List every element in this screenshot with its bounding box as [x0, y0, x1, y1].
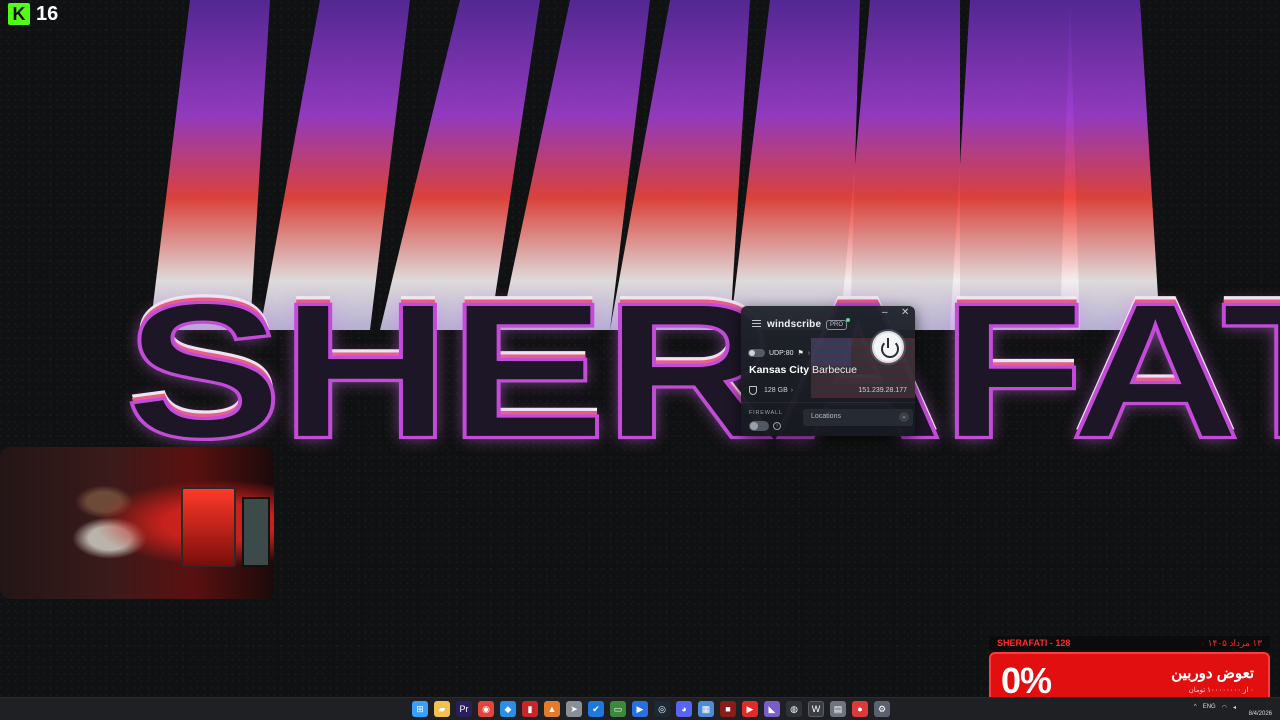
webcam-feed	[0, 447, 274, 599]
system-tray: ^ ENG ◠ ◂	[1194, 704, 1236, 711]
clock-date: 8/4/2026	[1248, 711, 1272, 717]
chevron-down-icon: ⌄	[899, 412, 909, 422]
windscribe-icon[interactable]: W	[808, 701, 824, 717]
chevron-right-icon: ›	[790, 387, 794, 394]
alert-date: ۱۳ مرداد ۱۴۰۵	[1207, 637, 1262, 648]
office-icon[interactable]: ▲	[544, 701, 560, 717]
goal-percent: 0%	[1001, 660, 1052, 701]
viewer-count: 16	[36, 2, 59, 25]
media-app-icon[interactable]: ▶	[632, 701, 648, 717]
alert-donor-name: SHERAFATI - 128	[997, 638, 1071, 648]
firewall-label: FIREWALL	[749, 410, 783, 416]
vscode-icon[interactable]: ◆	[500, 701, 516, 717]
ip-address: 151.239.28.177	[858, 387, 907, 394]
discord-icon[interactable]: ◕	[676, 701, 692, 717]
location-city: Kansas City	[749, 364, 810, 376]
locations-button[interactable]: Locations ⌄	[803, 409, 913, 426]
visual-studio-icon[interactable]: ◣	[764, 701, 780, 717]
close-icon[interactable]: ✕	[901, 307, 909, 319]
windows-start-icon[interactable]: ⊞	[412, 701, 428, 717]
location-nickname: Barbecue	[812, 364, 857, 376]
connect-power-button[interactable]	[872, 331, 904, 363]
clock-time	[1249, 702, 1272, 710]
bookmark-icon[interactable]: ⚑	[798, 349, 804, 357]
data-remaining: 128 GB	[764, 387, 788, 394]
red-square-icon[interactable]: ■	[720, 701, 736, 717]
language-indicator[interactable]: ENG	[1203, 704, 1216, 711]
chevron-up-icon[interactable]: ^	[1194, 704, 1197, 711]
goal-title: تعوض دوربین	[1171, 665, 1254, 682]
red-app-icon[interactable]: ▮	[522, 701, 538, 717]
viewer-badge: K 16	[8, 3, 58, 25]
firewall-toggle[interactable]	[749, 421, 769, 431]
cursor-icon[interactable]: ➤	[566, 701, 582, 717]
shield-icon	[749, 386, 757, 395]
terminal-icon[interactable]: ▭	[610, 701, 626, 717]
data-row: 128 GB › 151.239.28.177	[749, 386, 907, 395]
file-explorer-icon[interactable]: ▰	[434, 701, 450, 717]
hamburger-menu-icon[interactable]	[752, 320, 761, 327]
status-dot-icon	[846, 318, 850, 322]
taskbar-icons: ⊞ ▰ Pr ◉ ◆ ▮ ▲ ➤ ✔ ▭ ▶ ◎ ◕ ▦ ■ ▶ ◣ ◍ W ▤ ● ⚙	[412, 701, 890, 717]
connection-state-icon	[748, 349, 765, 357]
info-icon[interactable]: i	[773, 422, 781, 430]
chevron-right-icon: ›	[807, 349, 811, 357]
minimize-icon[interactable]: –	[882, 307, 888, 319]
locations-label: Locations	[811, 413, 841, 420]
premiere-icon[interactable]: Pr	[456, 701, 472, 717]
background-monitor	[242, 497, 270, 567]
wallpaper-title: SHERAFATI	[123, 262, 1280, 480]
record-app-icon[interactable]: ●	[852, 701, 868, 717]
windscribe-window: – ✕ windscribe PRO UDP:80 ⚑ › Kansas Cit…	[741, 306, 915, 436]
taskbar: ⊞ ▰ Pr ◉ ◆ ▮ ▲ ➤ ✔ ▭ ▶ ◎ ◕ ▦ ■ ▶ ◣ ◍ W ▤ ● ⚙ ^ ENG ◠ ◂ 8/4/20…	[0, 697, 1280, 720]
notepad-icon[interactable]: ▤	[830, 701, 846, 717]
windscribe-logo: windscribe	[767, 319, 822, 330]
current-location: Kansas City Barbecue	[749, 364, 857, 376]
settings-icon[interactable]: ⚙	[874, 701, 890, 717]
check-app-icon[interactable]: ✔	[588, 701, 604, 717]
divider	[741, 402, 915, 403]
kick-logo-icon: K	[8, 3, 30, 25]
alert-header: SHERAFATI - 128 ۱۳ مرداد ۱۴۰۵	[989, 636, 1270, 650]
wifi-icon[interactable]: ◠	[1222, 704, 1227, 711]
goal-subtitle: ۰ از ۱۰۰۰۰۰۰۰۰ تومان	[1188, 687, 1254, 694]
obs-icon[interactable]: ◍	[786, 701, 802, 717]
protocol-label: UDP:80	[769, 349, 794, 357]
pro-badge: PRO	[826, 320, 848, 330]
taskbar-clock[interactable]: 8/4/2026	[1249, 702, 1272, 718]
pc-case	[181, 487, 236, 567]
protocol-row[interactable]: UDP:80 ⚑ ›	[748, 349, 810, 357]
calculator-icon[interactable]: ▦	[698, 701, 714, 717]
chrome-icon[interactable]: ◉	[478, 701, 494, 717]
youtube-icon[interactable]: ▶	[742, 701, 758, 717]
volume-icon[interactable]: ◂	[1233, 704, 1236, 711]
steam-icon[interactable]: ◎	[654, 701, 670, 717]
